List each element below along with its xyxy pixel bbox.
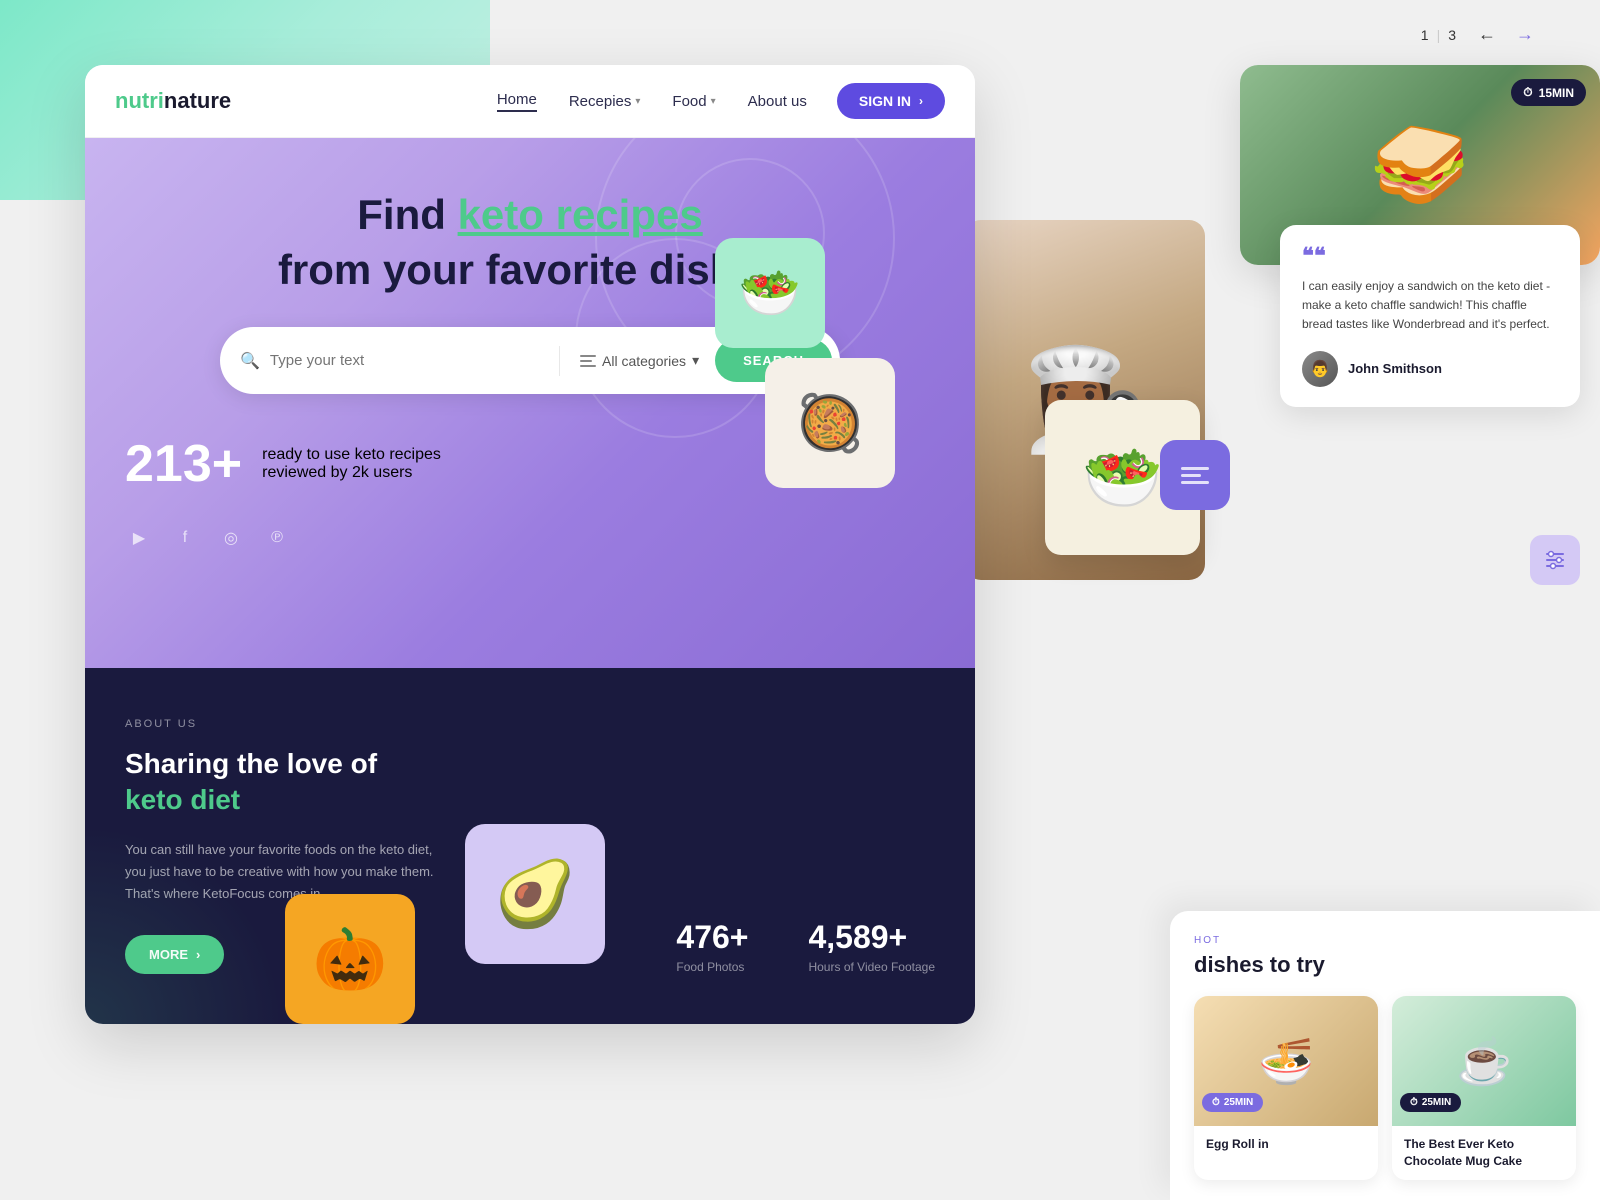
categories-dropdown[interactable]: All categories ▾	[572, 352, 707, 369]
stat1-label: Food Photos	[676, 960, 748, 974]
blog-section-title: dishes to try	[1194, 952, 1576, 978]
blog-card-2[interactable]: ☕ ⏱ 25MIN The Best Ever Keto Chocolate M…	[1392, 996, 1576, 1180]
right-side-area: 🥪 ⏱ 15MIN ❝❝ I can easily enjoy a sandwi…	[1200, 65, 1600, 407]
author-name: John Smithson	[1348, 361, 1442, 376]
signin-arrow-icon: ›	[919, 94, 923, 108]
blog-label: HOT	[1194, 935, 1576, 946]
about-label: ABOUT US	[125, 718, 465, 730]
hero-heading-line2: from your favorite dishes	[278, 246, 782, 293]
sliders-icon	[1544, 549, 1566, 571]
blog-card-2-content: The Best Ever Keto Chocolate Mug Cake	[1392, 1126, 1576, 1180]
blog-card-1-badge: ⏱ 25MIN	[1202, 1093, 1263, 1112]
page-separator: |	[1437, 27, 1441, 43]
search-divider	[559, 346, 560, 376]
about-keto-highlight: keto diet	[125, 784, 240, 815]
stats-description: ready to use keto recipes reviewed by 2k…	[262, 446, 441, 482]
clock-icon-1: ⏱	[1212, 1097, 1220, 1108]
blog-card-2-badge: ⏱ 25MIN	[1400, 1093, 1461, 1112]
filter-icon-card[interactable]	[1160, 440, 1230, 510]
logo-nutri: nutri	[115, 88, 164, 113]
nav-about[interactable]: About us	[748, 93, 807, 110]
next-page-button[interactable]: →	[1510, 22, 1540, 47]
stat2-number: 4,589+	[808, 919, 935, 956]
blog-card-2-title: The Best Ever Keto Chocolate Mug Cake	[1404, 1136, 1564, 1170]
food-burger-emoji: 🥪	[1370, 118, 1470, 212]
about-title: Sharing the love of keto diet	[125, 746, 465, 819]
page-numbers: 1 | 3	[1421, 27, 1456, 43]
food-float-bowl: 🥘	[765, 358, 895, 488]
signin-button[interactable]: SIGN IN ›	[837, 83, 945, 119]
filter-lines-icon	[1181, 467, 1209, 484]
pinterest-icon[interactable]: ℗	[263, 524, 291, 552]
pagination-bar: 1 | 3 ← →	[1421, 22, 1540, 47]
stats-desc-line2: reviewed by 2k users	[262, 464, 441, 482]
nav-food[interactable]: Food ▾	[672, 93, 715, 110]
stats-desc-line1: ready to use keto recipes	[262, 446, 441, 464]
avocado-card: 🥑	[465, 824, 605, 964]
youtube-icon[interactable]: ▶	[125, 524, 153, 552]
nav-links: Home Recepies ▾ Food ▾ About us	[497, 91, 807, 112]
quote-icon: ❝❝	[1302, 245, 1558, 267]
stat1-number: 476+	[676, 919, 748, 956]
nav-recipes[interactable]: Recepies ▾	[569, 93, 641, 110]
testimonial-author: 👨 John Smithson	[1302, 351, 1558, 387]
more-button[interactable]: MORE ›	[125, 935, 224, 974]
stat-video-footage: 4,589+ Hours of Video Footage	[808, 919, 935, 974]
logo-nature: nature	[164, 88, 231, 113]
about-stats: 476+ Food Photos 4,589+ Hours of Video F…	[676, 919, 935, 974]
search-icon: 🔍	[240, 351, 260, 371]
filter-lines-icon	[580, 355, 596, 367]
prev-page-button[interactable]: ←	[1472, 22, 1502, 47]
categories-chevron-icon: ▾	[692, 352, 699, 369]
page-current: 1	[1421, 27, 1429, 43]
hero-heading-highlight: keto recipes	[458, 191, 703, 238]
categories-label: All categories	[602, 353, 686, 369]
blog-card-1-title: Egg Roll in	[1206, 1136, 1366, 1153]
testimonial-text: I can easily enjoy a sandwich on the ket…	[1302, 277, 1558, 335]
food-float-salad: 🥗	[715, 238, 825, 348]
navbar: nutrinature Home Recepies ▾ Food ▾ About…	[85, 65, 975, 138]
page-total: 3	[1448, 27, 1456, 43]
stat2-label: Hours of Video Footage	[808, 960, 935, 974]
stat-food-photos: 476+ Food Photos	[676, 919, 748, 974]
pagination-nav[interactable]: ← →	[1472, 22, 1540, 47]
logo: nutrinature	[115, 88, 231, 114]
about-section: ABOUT US Sharing the love of keto diet Y…	[85, 668, 975, 1024]
blog-cards-row: 🍜 ⏱ 25MIN Egg Roll in ☕ ⏱ 25MIN The Best…	[1194, 996, 1576, 1180]
stats-number: 213+	[125, 434, 242, 494]
filter-button[interactable]	[1530, 535, 1580, 585]
hero-heading-line1: Find	[357, 191, 457, 238]
facebook-icon[interactable]: f	[171, 524, 199, 552]
instagram-icon[interactable]: ◎	[217, 524, 245, 552]
main-website-card: nutrinature Home Recepies ▾ Food ▾ About…	[85, 65, 975, 1024]
blog-card-1[interactable]: 🍜 ⏱ 25MIN Egg Roll in	[1194, 996, 1378, 1180]
search-input[interactable]	[270, 352, 547, 369]
author-avatar: 👨	[1302, 351, 1338, 387]
pumpkin-card: 🎃	[285, 894, 415, 1024]
time-badge: ⏱ 15MIN	[1511, 79, 1586, 106]
nav-home[interactable]: Home	[497, 91, 537, 112]
clock-icon-2: ⏱	[1410, 1097, 1418, 1108]
clock-icon: ⏱	[1523, 85, 1532, 100]
more-arrow-icon: ›	[196, 947, 200, 962]
social-icons: ▶ f ◎ ℗	[125, 524, 935, 552]
time-value: 15MIN	[1539, 86, 1574, 100]
about-title-line1: Sharing the love of	[125, 748, 377, 779]
hero-section: Find keto recipes from your favorite dis…	[85, 138, 975, 668]
blog-card-1-content: Egg Roll in	[1194, 1126, 1378, 1163]
testimonial-card: ❝❝ I can easily enjoy a sandwich on the …	[1280, 225, 1580, 407]
blog-section: HOT dishes to try 🍜 ⏱ 25MIN Egg Roll in …	[1170, 911, 1600, 1200]
